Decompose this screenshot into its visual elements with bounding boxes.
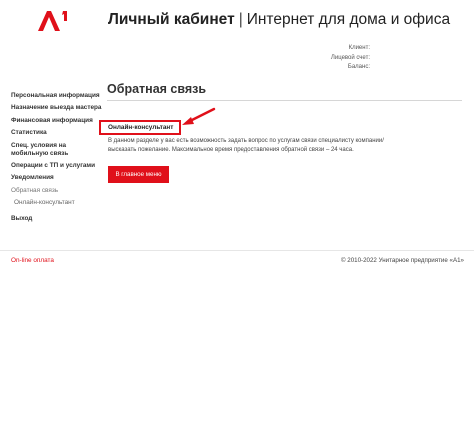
- account-info: Клиент: Лицевой счет: Баланс:: [300, 44, 370, 73]
- sidebar-item-logout[interactable]: Выход: [11, 215, 103, 223]
- sidebar-item-feedback[interactable]: Обратная связь: [11, 187, 103, 195]
- feedback-description: В данном разделе у вас есть возможность …: [108, 138, 384, 153]
- sidebar-item-technician-visit[interactable]: Назначение выезда мастера: [11, 104, 103, 112]
- sidebar-item-statistics[interactable]: Статистика: [11, 129, 103, 137]
- balance-label: Баланс:: [347, 64, 370, 70]
- main-menu-button[interactable]: В главное меню: [108, 166, 169, 183]
- title-divider: [107, 100, 462, 101]
- client-label: Клиент:: [348, 45, 370, 51]
- online-payment-link[interactable]: On-line оплата: [11, 257, 54, 264]
- sidebar-item-notifications[interactable]: Уведомления: [11, 174, 103, 182]
- header-title-rest: Интернет для дома и офиса: [246, 11, 451, 28]
- sidebar-item-tariff-operations[interactable]: Операции с ТП и услугами: [11, 162, 103, 170]
- account-number-label: Лицевой счет:: [330, 54, 370, 61]
- sidebar-item-online-consultant[interactable]: Онлайн-консультант: [11, 199, 103, 207]
- page-header-title: Личный кабинет | Интернет для дома и офиса: [108, 11, 450, 29]
- header-title-strong: Личный кабинет: [108, 11, 235, 28]
- sidebar-item-personal-info[interactable]: Персональная информация: [11, 92, 103, 100]
- header-separator: |: [238, 11, 243, 28]
- section-title-online-consultant[interactable]: Онлайн-консультант: [108, 124, 173, 131]
- sidebar-nav: Персональная информация Назначение выезд…: [11, 92, 103, 228]
- page-title: Обратная связь: [107, 82, 207, 96]
- a1-logo[interactable]: [36, 9, 70, 33]
- sidebar-item-mobile-special-offers[interactable]: Спец. условия на мобильную связь: [11, 142, 103, 158]
- footer-divider: [0, 250, 474, 251]
- copyright-text: © 2010-2022 Унитарное предприятие «А1»: [341, 257, 464, 264]
- arrow-icon: [178, 106, 218, 128]
- sidebar-item-financial-info[interactable]: Финансовая информация: [11, 117, 103, 125]
